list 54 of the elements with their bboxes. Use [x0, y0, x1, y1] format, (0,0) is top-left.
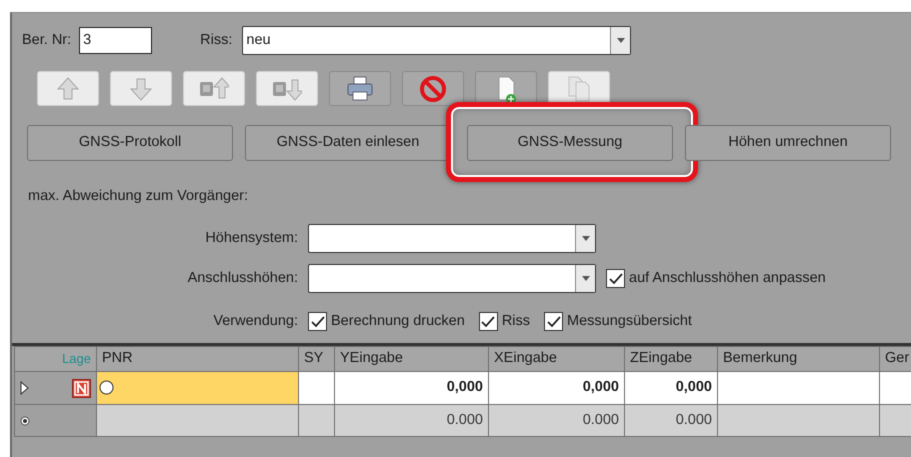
- check-icon: [310, 316, 324, 328]
- check-icon: [481, 316, 496, 328]
- column-header[interactable]: XEingabe: [488, 346, 624, 372]
- table-cell[interactable]: 0,000: [488, 372, 624, 404]
- column-header[interactable]: Ger: [880, 346, 911, 372]
- table-cell[interactable]: 0.000: [624, 404, 718, 436]
- action-button[interactable]: GNSS-Protokoll: [27, 125, 233, 161]
- table-cell[interactable]: 0.000: [488, 404, 624, 436]
- dropdown-arrow-icon: [582, 276, 590, 281]
- action-button[interactable]: Höhen umrechnen: [685, 125, 891, 161]
- column-header[interactable]: SY: [298, 346, 334, 372]
- checkbox[interactable]: Riss: [478, 310, 530, 332]
- table-cell[interactable]: [880, 404, 911, 436]
- check-icon: [546, 316, 561, 328]
- column-header[interactable]: PNR: [96, 346, 298, 372]
- action-button[interactable]: GNSS-Messung: [467, 125, 673, 161]
- new-row-icon: [20, 416, 30, 426]
- current-row-icon: [20, 381, 29, 395]
- column-header[interactable]: ZEingabe: [624, 346, 718, 372]
- status-icon: [72, 378, 91, 398]
- column-header[interactable]: Bemerkung: [718, 346, 880, 372]
- table-cell[interactable]: [718, 404, 880, 436]
- table-cell[interactable]: [96, 372, 298, 404]
- check-icon: [608, 272, 622, 284]
- checkbox[interactable]: Messungsübersicht: [544, 310, 692, 332]
- circle-icon: [99, 380, 114, 395]
- column-header[interactable]: YEingabe: [334, 346, 488, 372]
- table-cell[interactable]: [718, 372, 880, 404]
- table-cell[interactable]: [298, 372, 334, 404]
- table-cell[interactable]: [298, 404, 334, 436]
- field-label: Riss:: [200, 31, 232, 50]
- table-cell[interactable]: 0,000: [334, 372, 488, 404]
- field-label: Anschlusshöhen:: [186, 269, 298, 288]
- table-cell[interactable]: [880, 372, 911, 404]
- row-header[interactable]: [14, 372, 96, 404]
- field-label: Höhensystem:: [204, 229, 298, 248]
- number-field[interactable]: 3: [79, 27, 152, 54]
- table-cell[interactable]: 0.000: [334, 404, 488, 436]
- dropdown-arrow-icon: [582, 236, 590, 241]
- dropdown-field[interactable]: neu: [242, 26, 632, 55]
- table-cell[interactable]: 0,000: [624, 372, 718, 404]
- checkbox[interactable]: auf Anschlusshöhen anpassen: [606, 268, 826, 290]
- table-cell[interactable]: [96, 404, 298, 436]
- prohibited-icon: [418, 74, 448, 104]
- toolbar-button[interactable]: [329, 71, 391, 106]
- field-label: Ber. Nr:: [22, 31, 72, 50]
- section-label: max. Abweichung zum Vorgänger:: [28, 187, 250, 206]
- printer-icon: [345, 74, 375, 104]
- dropdown-field[interactable]: [308, 264, 596, 293]
- dropdown-arrow-icon: [616, 38, 625, 43]
- checkbox[interactable]: Berechnung drucken: [308, 310, 465, 332]
- dropdown-field[interactable]: [308, 224, 596, 253]
- field-label: Verwendung:: [212, 312, 298, 331]
- dropdown-value: neu: [245, 31, 272, 50]
